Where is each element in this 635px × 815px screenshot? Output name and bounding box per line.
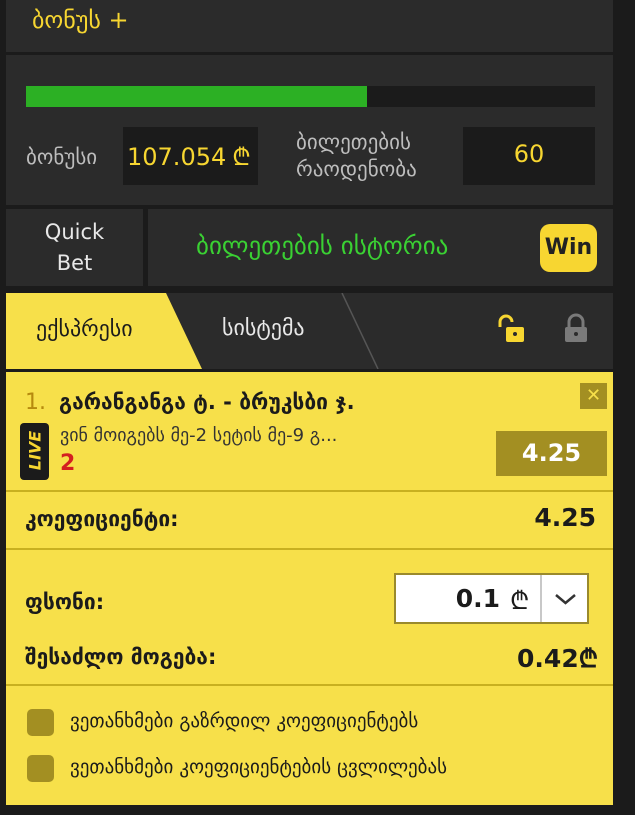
- divider: [6, 490, 613, 492]
- unlock-icon[interactable]: [496, 313, 528, 345]
- bonus-label: ბონუსი: [26, 145, 98, 169]
- tab-system[interactable]: სისტემა: [222, 316, 305, 341]
- slip-footer: [6, 805, 613, 815]
- win-logo-icon[interactable]: Win: [540, 224, 597, 272]
- bet-type-tabs: ექსპრესი სისტემა: [6, 293, 613, 369]
- agree-odds-change-checkbox[interactable]: [27, 755, 54, 782]
- lock-icon[interactable]: [563, 313, 589, 345]
- agree-increased-odds-label: ვეთანხმები გაზრდილ კოეფიციენტებს: [70, 710, 419, 732]
- event-selection: 2: [60, 451, 76, 476]
- stake-currency: ₾: [510, 586, 530, 615]
- divider: [6, 684, 613, 686]
- bonus-progress-fill: [26, 86, 368, 107]
- tickets-count-label: ბილეთების რაოდენობა: [296, 130, 417, 181]
- agree-odds-change-label: ვეთანხმები კოეფიციენტების ცვლილებას: [70, 756, 448, 778]
- stake-label: ფსონი:: [25, 590, 105, 614]
- event-market: ვინ მოიგებს მე-2 სეტის მე-9 გ...: [60, 425, 338, 446]
- tickets-count-box: 60: [463, 127, 595, 185]
- remove-event-button[interactable]: ✕: [580, 383, 607, 409]
- tab-express-label: ექსპრესი: [36, 317, 133, 342]
- close-icon: ✕: [585, 385, 602, 406]
- tickets-count: 60: [513, 140, 545, 168]
- bonus-amount-box: 107.054 ₾: [123, 127, 258, 185]
- possible-win-label: შესაძლო მოგება:: [25, 645, 217, 669]
- bonus-amount: 107.054 ₾: [127, 143, 251, 171]
- stake-dropdown[interactable]: [540, 575, 589, 622]
- event-number: 1.: [25, 390, 46, 415]
- bonus-plus-title: ბონუს +: [32, 6, 129, 34]
- coefficient-label: კოეფიციენტი:: [25, 507, 179, 531]
- stake-input[interactable]: 0.1 ₾: [394, 573, 589, 624]
- live-badge: LIVE: [20, 423, 49, 480]
- possible-win-value: 0.42₾: [517, 644, 598, 673]
- stake-value: 0.1: [455, 584, 500, 613]
- quick-bet-button[interactable]: Quick Bet: [6, 209, 143, 286]
- bonus-plus-header[interactable]: ბონუს +: [6, 0, 613, 52]
- ticket-history-button[interactable]: ბილეთების ისტორია Win: [148, 209, 613, 286]
- agree-increased-odds-checkbox[interactable]: [27, 709, 54, 736]
- event-title: გარანგანგა ტ. - ბრუკსბი ჯ.: [59, 390, 355, 414]
- divider: [6, 548, 613, 550]
- coefficient-value: 4.25: [534, 503, 596, 532]
- bonus-progress-bar: [26, 86, 595, 107]
- bet-slip: 1. გარანგანგა ტ. - ბრუკსბი ჯ. ✕ LIVE ვინ…: [6, 372, 613, 815]
- ticket-history-label: ბილეთების ისტორია: [196, 231, 449, 260]
- tab-divider: [341, 293, 379, 369]
- event-odd: 4.25: [496, 431, 607, 476]
- chevron-down-icon: [555, 594, 576, 605]
